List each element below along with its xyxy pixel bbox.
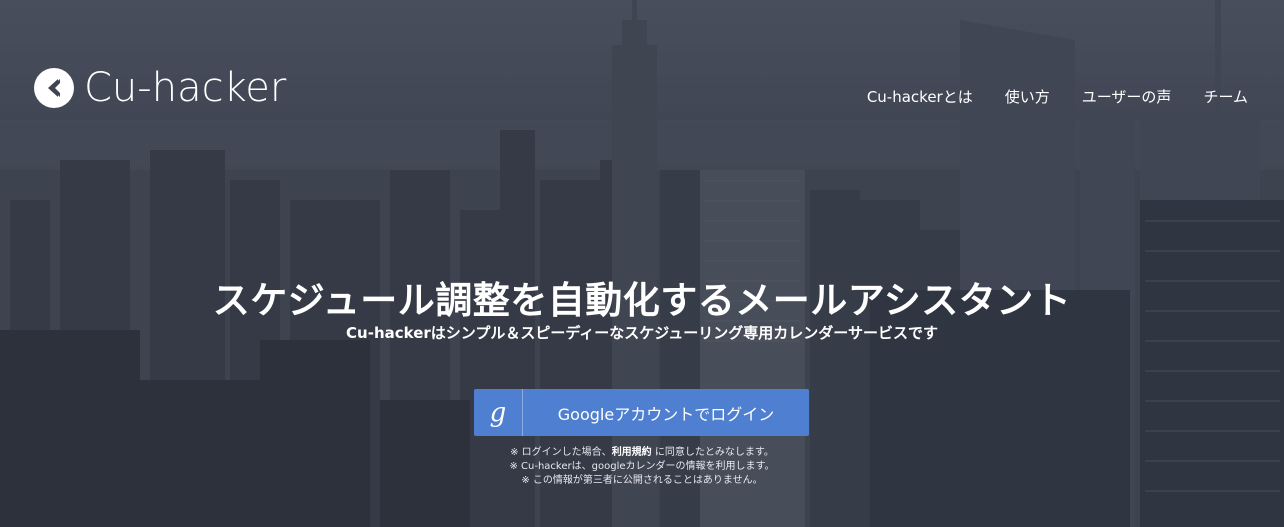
hero-section: Cu-hacker Cu-hackerとは 使い方 ユーザーの声 チーム スケジ… [0,0,1284,527]
main-nav: Cu-hackerとは 使い方 ユーザーの声 チーム [835,86,1248,107]
note-privacy: ※ この情報が第三者に公開されることはありません。 [521,475,763,486]
nav-item-team[interactable]: チーム [1203,86,1248,107]
brand-name: Cu-hacker [84,65,287,111]
note-calendar-usage: ※ Cu-hackerは、googleカレンダーの情報を利用します。 [509,461,775,472]
terms-of-use-link[interactable]: 利用規約 [612,447,652,458]
brand-logo[interactable]: Cu-hacker [34,66,286,110]
note-terms-prefix: ※ ログインした場合、 [510,447,612,458]
hero-headline: スケジュール調整を自動化するメールアシスタント [212,279,1072,322]
note-terms: ※ ログインした場合、利用規約 に同意したとみなします。 [0,446,1284,460]
cu-hacker-logo-icon [34,68,74,108]
google-login-label: Googleアカウントでログイン [557,404,775,424]
nav-item-how-to-use[interactable]: 使い方 [1005,86,1050,107]
note-terms-suffix: に同意したとみなします。 [651,447,774,458]
login-notes: ※ ログインした場合、利用規約 に同意したとみなします。 ※ Cu-hacker… [0,446,1284,488]
google-g-icon: g [474,389,523,436]
nav-item-testimonials[interactable]: ユーザーの声 [1082,86,1172,107]
google-login-button[interactable]: g Googleアカウントでログイン [474,389,809,436]
site-header: Cu-hacker Cu-hackerとは 使い方 ユーザーの声 チーム [0,0,1284,130]
nav-item-about[interactable]: Cu-hackerとは [867,86,973,107]
hero-subline: Cu-hackerはシンプル＆スピーディーなスケジューリング専用カレンダーサービ… [346,324,938,342]
